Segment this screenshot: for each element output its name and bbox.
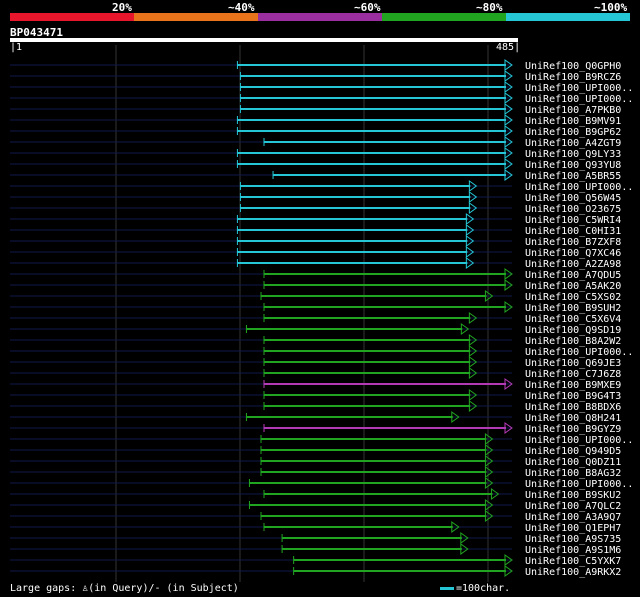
- hit-label[interactable]: UniRef100_B7ZXF8: [525, 237, 621, 248]
- hit-row[interactable]: UniRef100_B9G4T3: [10, 389, 621, 402]
- hit-label[interactable]: UniRef100_C5X6V4: [525, 314, 621, 325]
- hit-row[interactable]: UniRef100_Q9LY33: [10, 147, 621, 160]
- hit-label[interactable]: UniRef100_B9SUH2: [525, 303, 621, 314]
- hit-label[interactable]: UniRef100_A5AK20: [525, 281, 621, 292]
- hit-label[interactable]: UniRef100_Q56W45: [525, 193, 621, 204]
- hit-label[interactable]: UniRef100_Q949D5: [525, 446, 621, 457]
- hit-row[interactable]: UniRef100_Q7XC46: [10, 246, 621, 259]
- hit-label[interactable]: UniRef100_B9RCZ6: [525, 72, 621, 83]
- hit-label[interactable]: UniRef100_Q8H241: [525, 413, 621, 424]
- legend-scale-text: =100char.: [456, 583, 511, 594]
- hit-label[interactable]: UniRef100_UPI000..: [525, 83, 633, 94]
- hit-row[interactable]: UniRef100_B9GYZ9: [10, 422, 621, 435]
- hit-row[interactable]: UniRef100_A7PKB0: [10, 103, 621, 116]
- hit-row[interactable]: UniRef100_UPI000..: [10, 345, 633, 358]
- hit-row[interactable]: UniRef100_A9RKX2: [10, 565, 621, 578]
- hit-label[interactable]: UniRef100_B8BDX6: [525, 402, 621, 413]
- hit-label[interactable]: UniRef100_A2ZA98: [525, 259, 621, 270]
- hit-row[interactable]: UniRef100_B9RCZ6: [10, 70, 621, 83]
- hit-row[interactable]: UniRef100_B9MV91: [10, 114, 621, 127]
- hit-row[interactable]: UniRef100_Q0GPH0: [10, 59, 621, 72]
- hit-row[interactable]: UniRef100_C5WRI4: [10, 213, 621, 226]
- hit-label[interactable]: UniRef100_Q9LY33: [525, 149, 621, 160]
- hit-alignment-panel: UniRef100_Q0GPH0UniRef100_B9RCZ6UniRef10…: [10, 45, 633, 582]
- legend-scale-bar: [440, 586, 454, 590]
- hit-label[interactable]: UniRef100_C5YXK7: [525, 556, 621, 567]
- hit-label[interactable]: UniRef100_A9S1M6: [525, 545, 621, 556]
- hit-label[interactable]: UniRef100_A7PKB0: [525, 105, 621, 116]
- hit-row[interactable]: UniRef100_UPI000..: [10, 180, 633, 193]
- hit-label[interactable]: UniRef100_C0HI31: [525, 226, 621, 237]
- hit-label[interactable]: UniRef100_B9GYZ9: [525, 424, 621, 435]
- hit-row[interactable]: UniRef100_C5X6V4: [10, 312, 621, 325]
- hit-label[interactable]: UniRef100_Q7XC46: [525, 248, 621, 259]
- hit-label[interactable]: UniRef100_A3A9Q7: [525, 512, 621, 523]
- hit-row[interactable]: UniRef100_A5BR55: [10, 169, 621, 182]
- hit-row[interactable]: UniRef100_Q949D5: [10, 444, 621, 457]
- hit-row[interactable]: UniRef100_Q0DZ11: [10, 455, 621, 468]
- hit-label[interactable]: UniRef100_B8AG32: [525, 468, 621, 479]
- hit-row[interactable]: UniRef100_B9GP62: [10, 125, 621, 138]
- hit-label[interactable]: UniRef100_Q0DZ11: [525, 457, 621, 468]
- hit-label[interactable]: UniRef100_A5BR55: [525, 171, 621, 182]
- hit-row[interactable]: UniRef100_Q1EPH7: [10, 521, 621, 534]
- hit-label[interactable]: UniRef100_UPI000..: [525, 94, 633, 105]
- hit-row[interactable]: UniRef100_C0HI31: [10, 224, 621, 237]
- hit-row[interactable]: UniRef100_UPI000..: [10, 92, 633, 105]
- hit-label[interactable]: UniRef100_A9RKX2: [525, 567, 621, 578]
- hit-row[interactable]: UniRef100_A2ZA98: [10, 257, 621, 270]
- hit-row[interactable]: UniRef100_B7ZXF8: [10, 235, 621, 248]
- hit-label[interactable]: UniRef100_UPI000..: [525, 347, 633, 358]
- hit-row[interactable]: UniRef100_UPI000..: [10, 433, 633, 446]
- hit-label[interactable]: UniRef100_B9MXE9: [525, 380, 621, 391]
- hit-row[interactable]: UniRef100_B8AG32: [10, 466, 621, 479]
- hit-label[interactable]: UniRef100_A7QDU5: [525, 270, 621, 281]
- hit-row[interactable]: UniRef100_Q8H241: [10, 411, 621, 424]
- hit-row[interactable]: UniRef100_B9MXE9: [10, 378, 621, 391]
- hit-label[interactable]: UniRef100_A9S735: [525, 534, 621, 545]
- hit-row[interactable]: UniRef100_B8A2W2: [10, 334, 621, 347]
- hit-label[interactable]: UniRef100_Q0GPH0: [525, 61, 621, 72]
- hit-label[interactable]: UniRef100_B9GP62: [525, 127, 621, 138]
- hit-label[interactable]: UniRef100_A4ZGT9: [525, 138, 621, 149]
- hit-row[interactable]: UniRef100_A7QDU5: [10, 268, 621, 281]
- hit-row[interactable]: UniRef100_A3A9Q7: [10, 510, 621, 523]
- legend-gaps: Large gaps: ♙(in Query)/- (in Subject): [10, 583, 239, 594]
- hit-row[interactable]: UniRef100_Q69JE3: [10, 356, 621, 369]
- hit-row[interactable]: UniRef100_A9S735: [10, 532, 621, 545]
- hit-label[interactable]: UniRef100_C5WRI4: [525, 215, 621, 226]
- hit-row[interactable]: UniRef100_O23675: [10, 202, 621, 215]
- hit-label[interactable]: UniRef100_B9G4T3: [525, 391, 621, 402]
- hit-label[interactable]: UniRef100_UPI000..: [525, 435, 633, 446]
- hit-label[interactable]: UniRef100_C7J6Z8: [525, 369, 621, 380]
- hit-row[interactable]: UniRef100_A5AK20: [10, 279, 621, 292]
- hit-label[interactable]: UniRef100_Q1EPH7: [525, 523, 621, 534]
- hit-label[interactable]: UniRef100_B8A2W2: [525, 336, 621, 347]
- hit-row[interactable]: UniRef100_UPI000..: [10, 81, 633, 94]
- hit-row[interactable]: UniRef100_C5XS02: [10, 290, 621, 303]
- hit-row[interactable]: UniRef100_A7QLC2: [10, 499, 621, 512]
- hit-label[interactable]: UniRef100_O23675: [525, 204, 621, 215]
- hit-label[interactable]: UniRef100_Q69JE3: [525, 358, 621, 369]
- hit-row[interactable]: UniRef100_Q9SD19: [10, 323, 621, 336]
- hit-row[interactable]: UniRef100_C7J6Z8: [10, 367, 621, 380]
- hit-row[interactable]: UniRef100_UPI000..: [10, 477, 633, 490]
- hit-row[interactable]: UniRef100_A4ZGT9: [10, 136, 621, 149]
- hit-row[interactable]: UniRef100_C5YXK7: [10, 554, 621, 567]
- hit-row[interactable]: UniRef100_B8BDX6: [10, 400, 621, 413]
- hit-row[interactable]: UniRef100_Q93YU8: [10, 158, 621, 171]
- hit-label[interactable]: UniRef100_UPI000..: [525, 182, 633, 193]
- hit-row[interactable]: UniRef100_Q56W45: [10, 191, 621, 204]
- hit-label[interactable]: UniRef100_UPI000..: [525, 479, 633, 490]
- hit-label[interactable]: UniRef100_A7QLC2: [525, 501, 621, 512]
- hit-label[interactable]: UniRef100_B9SKU2: [525, 490, 621, 501]
- hit-row[interactable]: UniRef100_A9S1M6: [10, 543, 621, 556]
- hit-row[interactable]: UniRef100_B9SUH2: [10, 301, 621, 314]
- hit-label[interactable]: UniRef100_Q93YU8: [525, 160, 621, 171]
- hit-label[interactable]: UniRef100_C5XS02: [525, 292, 621, 303]
- hit-row[interactable]: UniRef100_B9SKU2: [10, 488, 621, 501]
- hit-label[interactable]: UniRef100_B9MV91: [525, 116, 621, 127]
- legend-scale: =100char.: [440, 583, 510, 594]
- hit-label[interactable]: UniRef100_Q9SD19: [525, 325, 621, 336]
